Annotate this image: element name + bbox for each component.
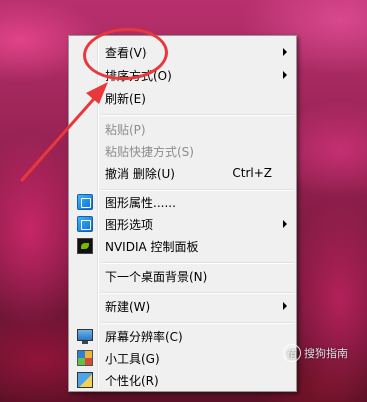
submenu-arrow-icon — [283, 48, 287, 56]
menu-item-label: 粘贴(P) — [105, 122, 146, 137]
menu-item-label: 图形选项 — [105, 217, 154, 232]
watermark-text: 搜狗指南 — [304, 347, 348, 360]
menu-item-next-background[interactable]: 下一个桌面背景(N) — [71, 265, 294, 287]
personalize-icon — [77, 372, 93, 388]
submenu-arrow-icon — [283, 71, 287, 79]
menu-item-label: 下一个桌面背景(N) — [105, 269, 208, 284]
menu-separator — [101, 114, 294, 116]
menu-item-label: 图形属性...... — [105, 195, 176, 210]
submenu-arrow-icon — [283, 220, 287, 228]
menu-item-shortcut: Ctrl+Z — [232, 166, 272, 180]
menu-item-paste: 粘贴(P) — [71, 118, 294, 140]
menu-item-screen-resolution[interactable]: 屏幕分辨率(C) — [71, 325, 294, 347]
menu-separator — [101, 262, 294, 264]
menu-item-undo-delete[interactable]: 撤消 删除(U) Ctrl+Z — [71, 162, 294, 184]
screen-resolution-icon — [77, 329, 93, 344]
graphics-properties-icon — [77, 194, 93, 210]
menu-item-graphics-properties[interactable]: 图形属性...... — [71, 191, 294, 213]
menu-item-label: 屏幕分辨率(C) — [105, 329, 183, 344]
menu-item-refresh[interactable]: 刷新(E) — [71, 87, 294, 109]
menu-item-personalize[interactable]: 个性化(R) — [71, 369, 294, 391]
menu-separator — [101, 322, 294, 324]
nvidia-icon — [77, 238, 93, 254]
menu-item-label: 刷新(E) — [105, 91, 146, 106]
submenu-arrow-icon — [283, 302, 287, 310]
menu-item-gadgets[interactable]: 小工具(G) — [71, 347, 294, 369]
desktop-context-menu: 查看(V) 排序方式(O) 刷新(E) 粘贴(P) 粘贴快捷方式(S) 撤消 删… — [68, 35, 297, 392]
menu-separator — [101, 292, 294, 294]
menu-item-label: 撤消 删除(U) — [105, 166, 175, 181]
menu-item-label: 个性化(R) — [105, 373, 159, 388]
menu-item-label: 新建(W) — [105, 299, 151, 314]
menu-item-paste-shortcut: 粘贴快捷方式(S) — [71, 140, 294, 162]
menu-item-new[interactable]: 新建(W) — [71, 295, 294, 317]
watermark-logo-icon: 值 — [283, 344, 301, 362]
menu-item-label: NVIDIA 控制面板 — [105, 239, 199, 254]
graphics-options-icon — [77, 216, 93, 232]
menu-item-graphics-options[interactable]: 图形选项 — [71, 213, 294, 235]
gadgets-icon — [77, 350, 93, 366]
menu-item-label: 粘贴快捷方式(S) — [105, 144, 194, 159]
watermark: 值 搜狗指南 — [283, 344, 348, 362]
menu-item-nvidia-control-panel[interactable]: NVIDIA 控制面板 — [71, 235, 294, 257]
menu-item-label: 小工具(G) — [105, 351, 160, 366]
